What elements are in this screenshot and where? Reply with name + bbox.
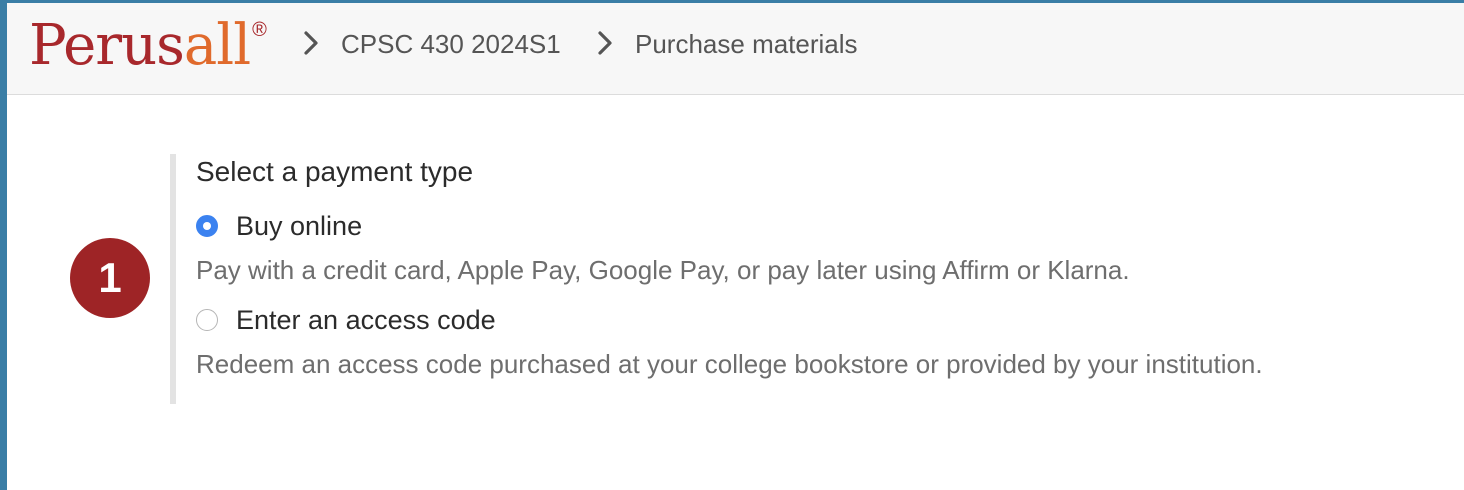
app-window: Perusall ® CPSC 430 2024S1 Purchase mater…	[0, 0, 1464, 490]
breadcrumb-course-link[interactable]: CPSC 430 2024S1	[341, 29, 561, 59]
buy-online-radio[interactable]	[196, 215, 218, 237]
step-number-badge: 1	[70, 238, 150, 318]
breadcrumb-current-page: Purchase materials	[635, 29, 858, 59]
buy-online-label[interactable]: Buy online	[236, 210, 362, 242]
access-code-radio[interactable]	[196, 309, 218, 331]
chevron-right-icon	[597, 30, 613, 56]
perusall-logo[interactable]: Perusall ®	[29, 11, 267, 93]
registered-mark: ®	[252, 19, 267, 41]
payment-type-heading: Select a payment type	[196, 156, 474, 187]
buy-online-description: Pay with a credit card, Apple Pay, Googl…	[196, 255, 1130, 285]
logo-text-accent: all	[183, 13, 251, 78]
window-left-edge	[0, 0, 7, 490]
logo-text-primary: Perus	[29, 13, 185, 78]
top-bar: Perusall ® CPSC 430 2024S1 Purchase mater…	[7, 3, 1464, 95]
step-divider	[170, 154, 176, 404]
chevron-right-icon	[303, 30, 319, 56]
access-code-description: Redeem an access code purchased at your …	[196, 349, 1263, 379]
access-code-label[interactable]: Enter an access code	[236, 304, 496, 336]
